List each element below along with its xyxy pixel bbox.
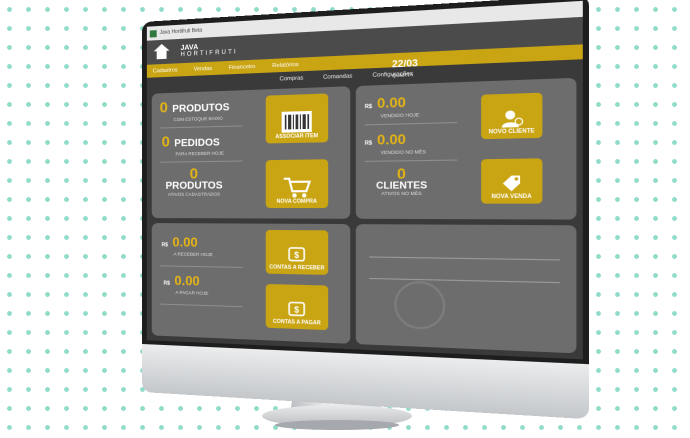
home-icon[interactable]: [153, 43, 171, 60]
stat-active-products: 0 PRODUTOS ATIVOS CADASTRADOS: [166, 165, 223, 197]
new-client-label: NOVO CLIENTE: [488, 127, 535, 136]
date-display: 22/03 QUARTA: [391, 52, 418, 79]
dashboard: 22/03 QUARTA 0 PRODUTOS COM ESTOQUE BAIX…: [146, 58, 583, 360]
stat-label: PRODUTOS: [172, 102, 230, 116]
monitor: Java Hortifruti Beta JAVA HORTIFRUTI Cad…: [142, 0, 590, 420]
decorative-circle: [394, 280, 446, 331]
divider: [369, 256, 560, 261]
toolbar-compras[interactable]: Compras: [280, 75, 304, 82]
stat-value: 0.00: [172, 234, 198, 250]
new-client-button[interactable]: NOVO CLIENTE: [481, 92, 543, 140]
products-panel: 0 PRODUTOS COM ESTOQUE BAIXO 0 PEDIDOS P…: [151, 86, 351, 219]
window-title: Java Hortifruti Beta: [159, 27, 203, 37]
stat-value: 0.00: [174, 272, 200, 289]
stat-value: 0.00: [377, 130, 406, 148]
divider: [159, 303, 243, 308]
stat-sub: ATIVOS NO MÊS: [381, 190, 422, 197]
svg-text:$: $: [294, 250, 299, 260]
accounts-receivable-button[interactable]: $ CONTAS A RECEBER: [265, 229, 329, 275]
currency: R$: [364, 140, 372, 147]
stat-low-stock: 0 PRODUTOS COM ESTOQUE BAIXO: [160, 97, 230, 123]
stat-sold-today: R$ 0.00 VENDIDO HOJE: [365, 92, 420, 119]
accounts-receivable-label: CONTAS A RECEBER: [269, 264, 325, 272]
divider: [369, 277, 560, 284]
menu-item-relatorios[interactable]: Relatórios: [272, 61, 298, 68]
stat-label: PRODUTOS: [165, 180, 223, 192]
menu-item-financeiro[interactable]: Financeiro: [229, 63, 256, 70]
toolbar-comandas[interactable]: Comandas: [323, 73, 352, 81]
app-icon: [149, 29, 157, 38]
shopping-cart-icon: [282, 175, 312, 198]
empty-panel: [355, 224, 577, 354]
stat-label: PEDIDOS: [174, 137, 220, 150]
divider: [364, 159, 458, 162]
divider: [364, 121, 458, 126]
new-sale-label: NOVA VENDA: [491, 193, 532, 201]
stat-sub: COM ESTOQUE BAIXO: [173, 115, 223, 123]
monitor-stand-shadow: [275, 420, 399, 430]
new-purchase-button[interactable]: NOVA COMPRA: [265, 159, 329, 209]
divider: [159, 160, 243, 163]
accounts-payable-label: CONTAS A PAGAR: [272, 318, 321, 327]
date-weekday: QUARTA: [391, 71, 414, 79]
stat-sub: VENDIDO NO MÊS: [380, 149, 427, 156]
stat-sub: VENDIDO HOJE: [380, 112, 420, 119]
barcode-icon: [281, 110, 312, 133]
associate-item-button[interactable]: ASSOCIAR ITEM: [265, 93, 329, 144]
money-arrows-icon: $: [285, 244, 309, 265]
menu-item-vendas[interactable]: Vendas: [194, 65, 213, 72]
stat-label: CLIENTES: [376, 179, 428, 191]
brand-logo: JAVA HORTIFRUTI: [180, 41, 237, 58]
divider: [159, 125, 243, 129]
currency: R$: [161, 242, 168, 249]
user-add-icon: [501, 110, 524, 128]
svg-text:$: $: [294, 305, 299, 315]
stat-active-clients: 0 CLIENTES ATIVOS NO MÊS: [376, 164, 428, 197]
stat-sub: PARA RECEBER HOJE: [175, 150, 224, 157]
money-arrows-icon: $: [285, 298, 309, 320]
stat-value: 0: [159, 99, 168, 117]
currency: R$: [163, 280, 170, 287]
stat-sub: A PAGAR HOJE: [175, 289, 209, 296]
date-value: 22/03: [391, 57, 418, 70]
monitor-bezel: Java Hortifruti Beta JAVA HORTIFRUTI Cad…: [142, 0, 590, 365]
stat-payable: R$ 0.00 A PAGAR HOJE: [163, 271, 209, 296]
stat-receivable: R$ 0.00 A RECEBER HOJE: [162, 233, 213, 257]
sales-panel: R$ 0.00 VENDIDO HOJE R$ 0.00 VENDIDO NO …: [355, 77, 577, 220]
new-sale-button[interactable]: NOVA VENDA: [481, 158, 543, 204]
stat-value: 0.00: [377, 93, 406, 112]
stat-value: 0: [161, 133, 170, 151]
divider: [159, 265, 243, 268]
new-purchase-label: NOVA COMPRA: [276, 198, 317, 205]
finance-panel: R$ 0.00 A RECEBER HOJE R$ 0.00 A PAGAR H…: [151, 223, 351, 344]
associate-item-label: ASSOCIAR ITEM: [275, 132, 319, 141]
app-window: Java Hortifruti Beta JAVA HORTIFRUTI Cad…: [146, 0, 583, 360]
stat-sub: A RECEBER HOJE: [173, 251, 213, 258]
price-tag-icon: [502, 175, 521, 192]
stat-orders: 0 PEDIDOS PARA RECEBER HOJE: [162, 132, 224, 157]
accounts-payable-button[interactable]: $ CONTAS A PAGAR: [265, 284, 329, 331]
menu-item-cadastros[interactable]: Cadastros: [153, 67, 178, 74]
stat-sold-month: R$ 0.00 VENDIDO NO MÊS: [365, 129, 426, 155]
currency: R$: [364, 103, 372, 111]
stat-sub: ATIVOS CADASTRADOS: [167, 191, 221, 197]
